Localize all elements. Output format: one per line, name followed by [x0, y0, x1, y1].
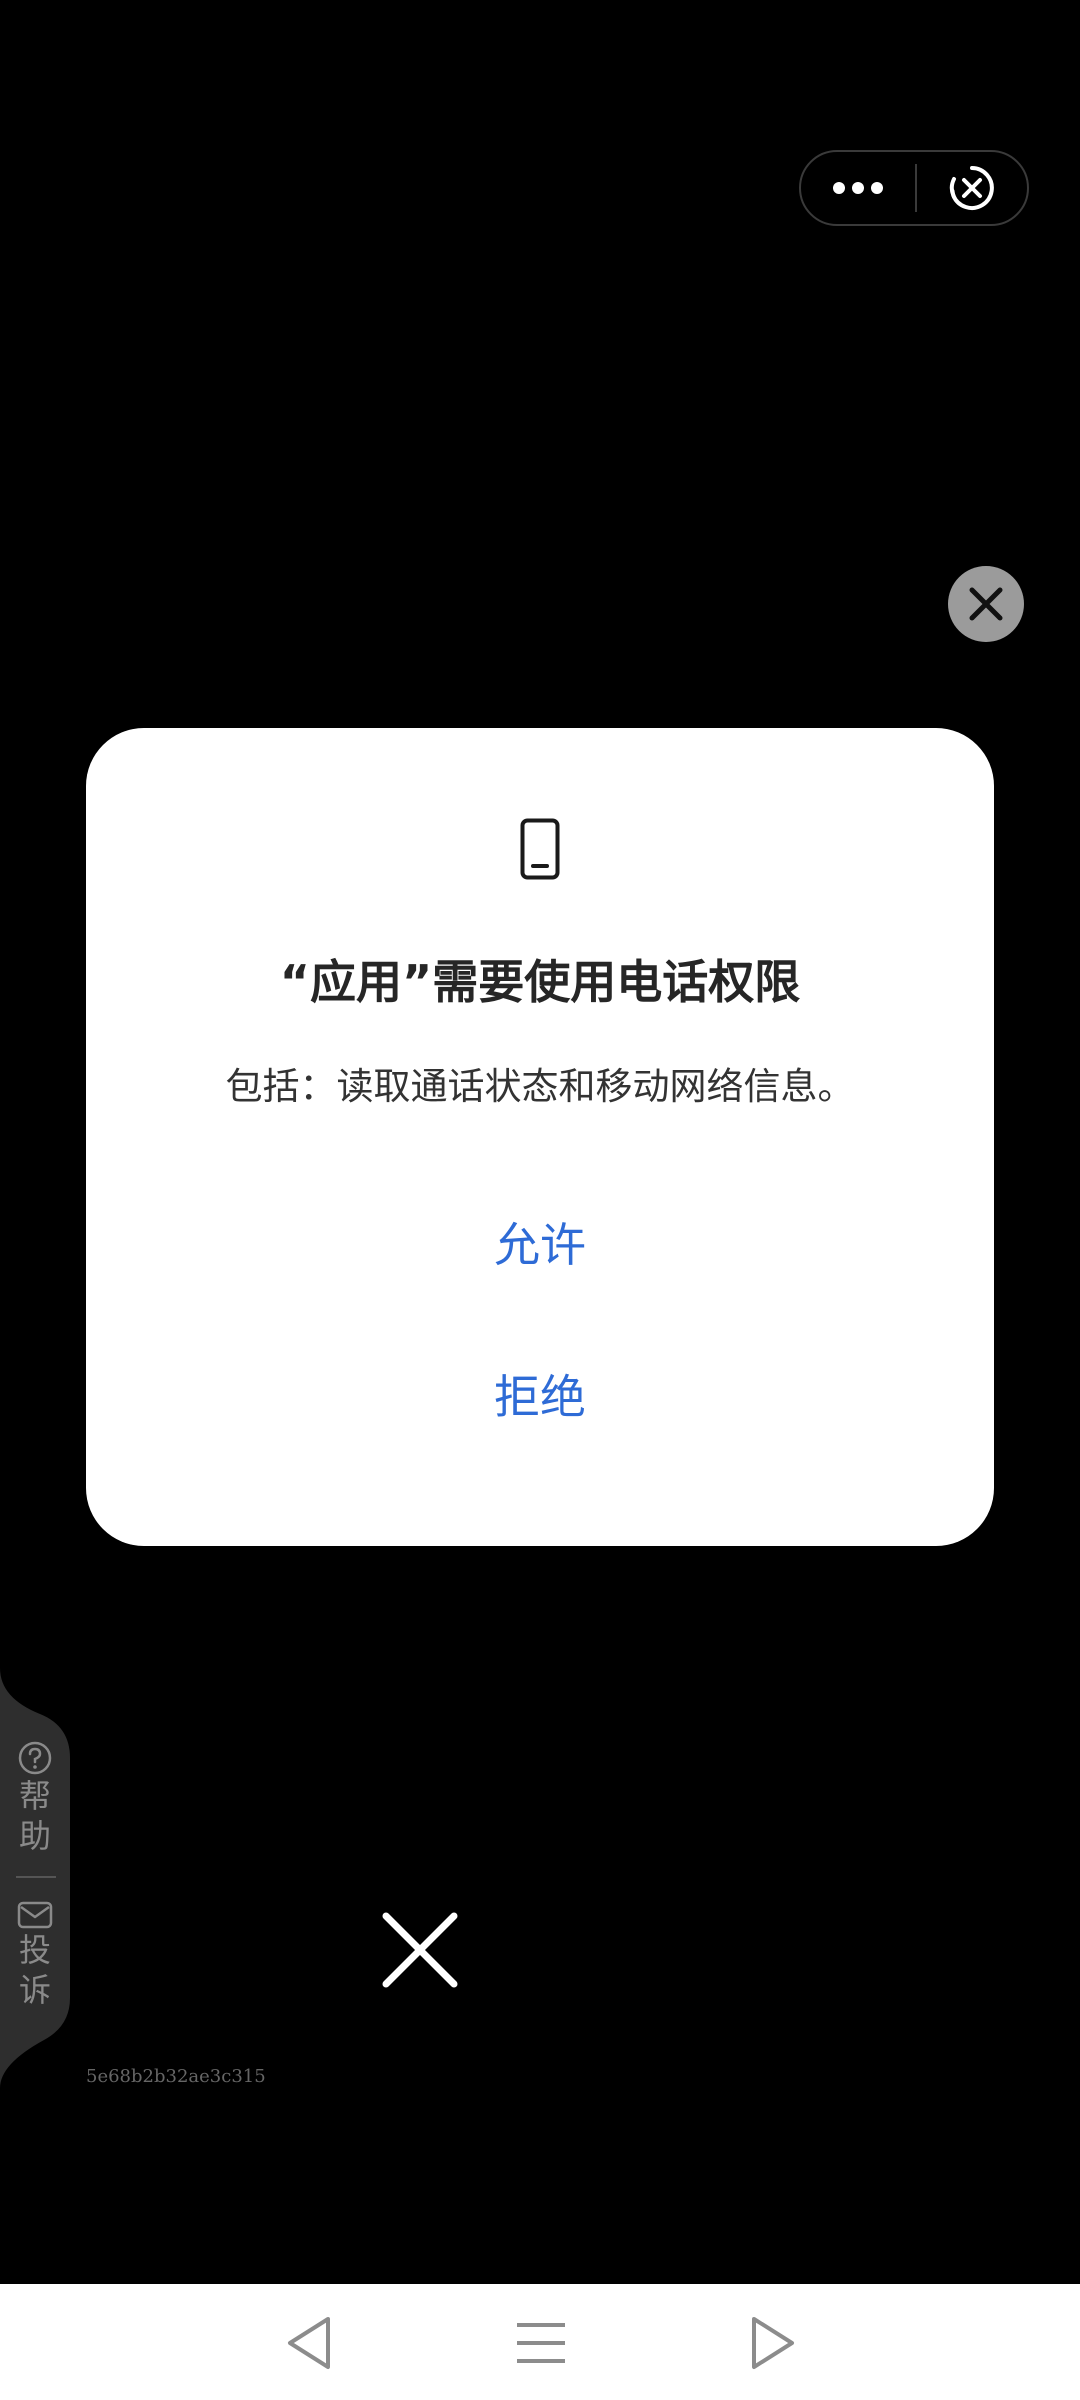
close-icon	[969, 587, 1003, 621]
trace-id: 5e68b2b32ae3c315	[86, 2066, 266, 2087]
dialog-title: “应用”需要使用电话权限	[279, 955, 801, 1009]
triangle-left-icon	[288, 2317, 330, 2369]
mail-icon	[17, 1901, 53, 1929]
permission-dialog: “应用”需要使用电话权限 包括：读取通话状态和移动网络信息。 允许 拒绝	[86, 728, 994, 1546]
exit-mini-program-button[interactable]	[917, 152, 1027, 224]
allow-button[interactable]: 允许	[166, 1192, 914, 1292]
complaint-label-char-2: 诉	[18, 1971, 51, 2009]
triangle-right-icon	[752, 2317, 794, 2369]
question-circle-icon	[18, 1741, 52, 1775]
forward-button[interactable]	[738, 2312, 808, 2374]
close-circle-icon	[949, 166, 994, 210]
side-help-tab: 帮 助 投 诉	[0, 1668, 72, 2088]
side-tab-divider	[16, 1876, 56, 1878]
navigation-bar	[0, 2284, 1080, 2400]
help-button[interactable]: 帮 助	[0, 1740, 70, 1856]
menu-lines-icon	[517, 2323, 565, 2363]
mini-program-capsule	[799, 150, 1029, 226]
more-dots-icon	[833, 182, 883, 194]
back-button[interactable]	[274, 2312, 344, 2374]
phone-icon	[520, 818, 560, 880]
close-x-icon	[382, 1912, 458, 1988]
more-button[interactable]	[801, 152, 915, 224]
dialog-description: 包括：读取通话状态和移动网络信息。	[225, 1065, 855, 1108]
side-tab-background	[0, 1668, 70, 2088]
screen: “应用”需要使用电话权限 包括：读取通话状态和移动网络信息。 允许 拒绝 帮 助…	[0, 0, 1080, 2400]
complaint-label-char-1: 投	[18, 1931, 51, 1969]
help-label-char-1: 帮	[18, 1777, 51, 1815]
complaint-button[interactable]: 投 诉	[0, 1900, 70, 2010]
close-ad-button[interactable]	[380, 1910, 460, 1990]
deny-button[interactable]: 拒绝	[166, 1344, 914, 1444]
dialog-icon-wrap	[86, 818, 994, 880]
help-label-char-2: 助	[18, 1817, 51, 1855]
menu-button[interactable]	[506, 2312, 576, 2374]
ad-close-button[interactable]	[948, 566, 1024, 642]
